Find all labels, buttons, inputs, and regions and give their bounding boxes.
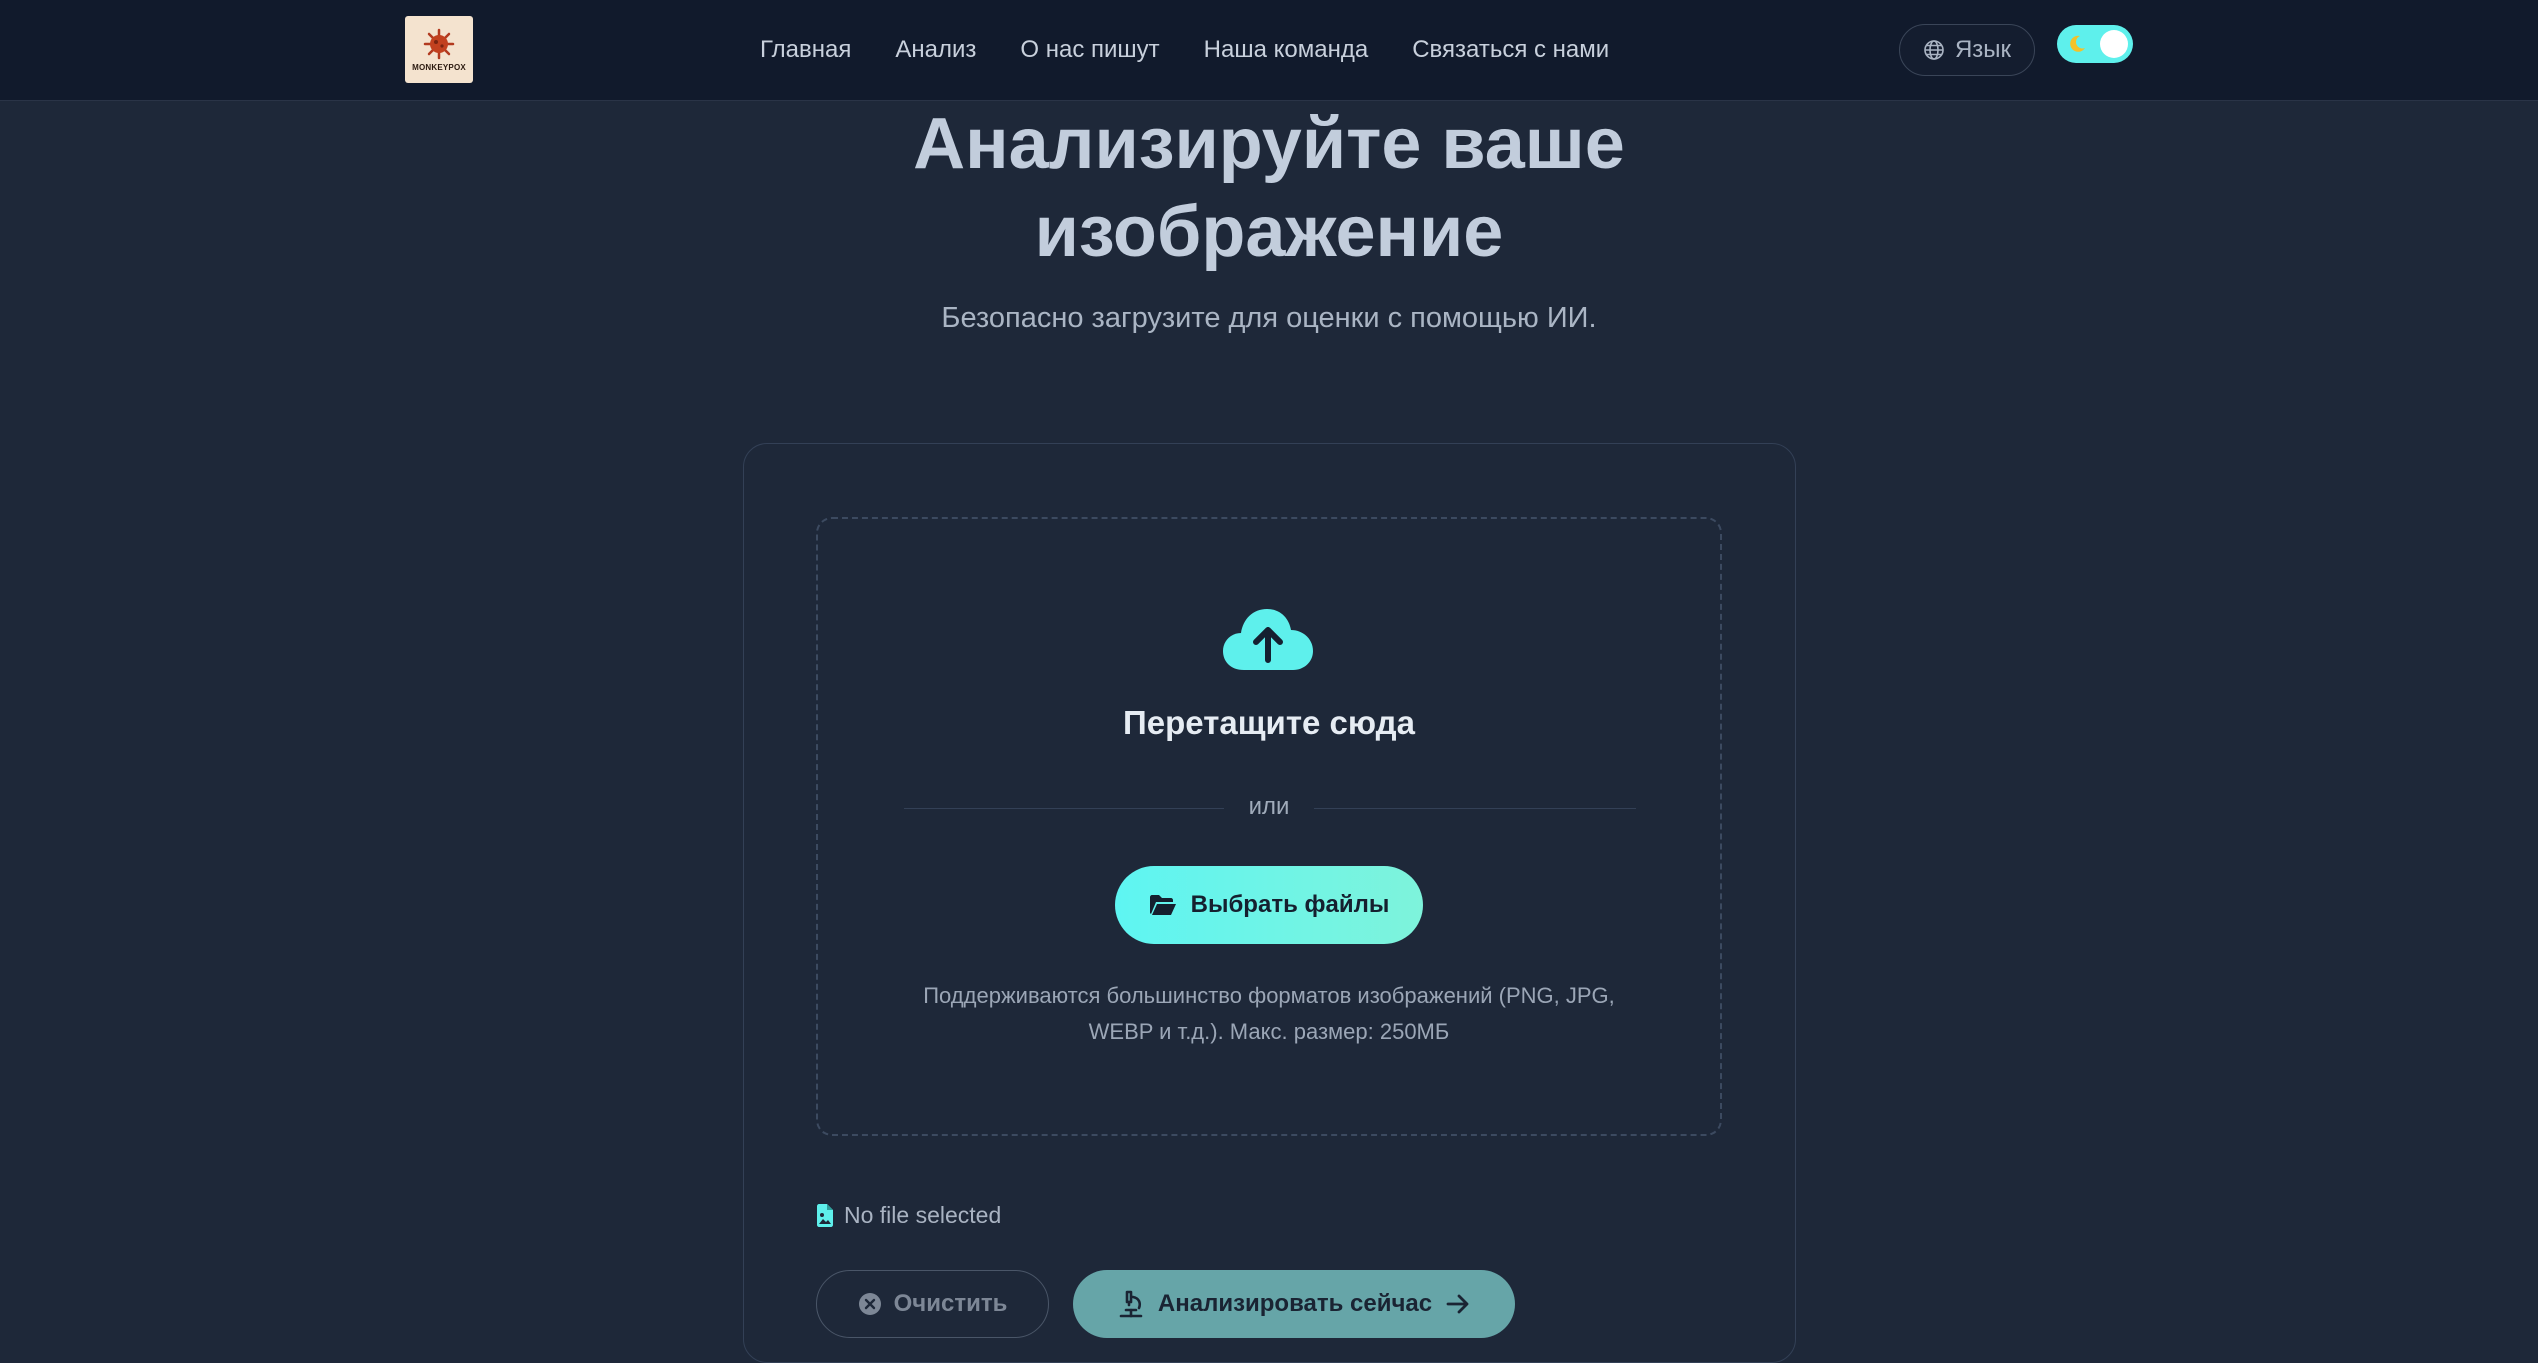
circle-x-icon	[858, 1293, 881, 1315]
cloud-upload-icon	[1223, 609, 1313, 670]
navbar: MONKEYPOX Главная Анализ О нас пишут Наш…	[0, 0, 2538, 101]
title-line-2: изображение	[1034, 192, 1504, 272]
formats-line-1: Поддерживаются большинство форматов изоб…	[923, 983, 1615, 1008]
page-subtitle: Безопасно загрузите для оценки с помощью…	[941, 302, 1597, 334]
microscope-icon	[1119, 1290, 1143, 1318]
analyze-label: Анализировать сейчас	[1157, 1290, 1433, 1317]
divider-right	[1314, 808, 1636, 809]
formats-info: Поддерживаются большинство форматов изоб…	[916, 978, 1622, 1050]
clear-label: Очистить	[893, 1290, 1008, 1317]
nav-link-press[interactable]: О нас пишут	[1020, 36, 1159, 64]
clear-button[interactable]: Очистить	[816, 1270, 1049, 1338]
toggle-knob	[2100, 30, 2128, 58]
drop-title: Перетащите сюда	[1123, 704, 1415, 741]
nav-link-home[interactable]: Главная	[760, 36, 851, 64]
nav-link-analysis[interactable]: Анализ	[895, 36, 976, 64]
nav-link-contact[interactable]: Связаться с нами	[1412, 36, 1609, 64]
arrow-right-icon	[1446, 1294, 1469, 1314]
file-status: No file selected	[816, 1200, 1001, 1230]
logo-text: MONKEYPOX	[412, 63, 466, 72]
page-title: Анализируйте ваше изображение	[0, 100, 2538, 276]
logo[interactable]: MONKEYPOX	[405, 16, 473, 83]
moon-icon	[2070, 35, 2085, 52]
title-line-1: Анализируйте ваше	[913, 104, 1625, 184]
choose-files-label: Выбрать файлы	[1190, 891, 1390, 918]
file-image-icon	[817, 1203, 833, 1227]
analyze-now-button[interactable]: Анализировать сейчас	[1073, 1270, 1515, 1338]
divider-text: или	[1248, 793, 1290, 820]
nav-links: Главная Анализ О нас пишут Наша команда …	[760, 30, 1609, 70]
nav-link-team[interactable]: Наша команда	[1204, 36, 1369, 64]
formats-line-2: WEBP и т.д.). Макс. размер: 250МБ	[1088, 1019, 1450, 1044]
theme-toggle[interactable]	[2057, 25, 2133, 63]
language-label: Язык	[1954, 36, 2012, 63]
language-button[interactable]: Язык	[1899, 24, 2035, 76]
divider-left	[904, 808, 1224, 809]
virus-icon	[423, 28, 455, 60]
choose-files-button[interactable]: Выбрать файлы	[1115, 866, 1423, 944]
globe-icon	[1924, 40, 1944, 60]
file-status-text: No file selected	[844, 1201, 1002, 1228]
folder-open-icon	[1149, 895, 1176, 915]
